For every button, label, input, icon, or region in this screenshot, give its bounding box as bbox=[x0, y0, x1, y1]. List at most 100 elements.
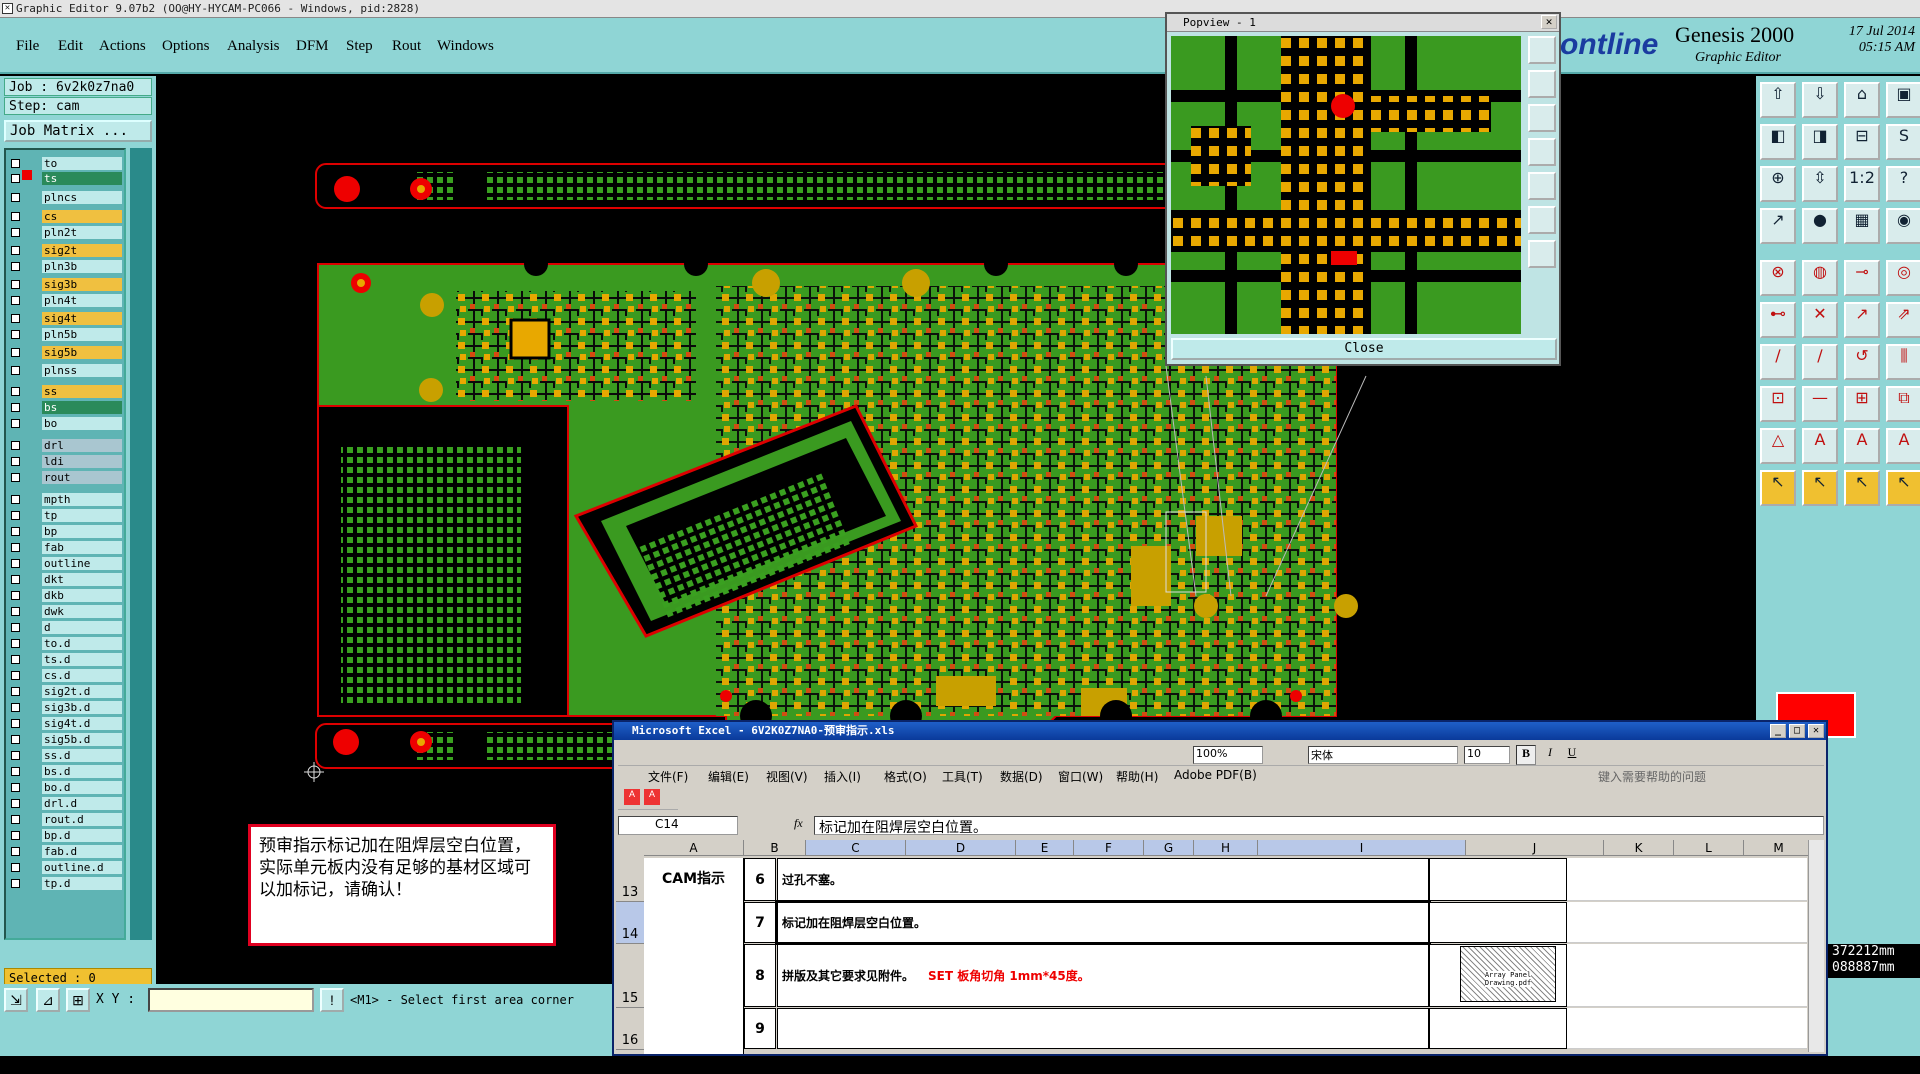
column-header[interactable]: F bbox=[1074, 840, 1144, 856]
layer-checkbox[interactable] bbox=[11, 767, 20, 776]
layer-checkbox[interactable] bbox=[11, 441, 20, 450]
stack-icon[interactable]: ⧉ bbox=[1886, 386, 1920, 422]
layer-bs-d[interactable]: bs.d bbox=[8, 764, 124, 779]
popview-close-button[interactable]: Close bbox=[1171, 338, 1557, 360]
circle-icon[interactable]: ◎ bbox=[1886, 260, 1920, 296]
layer-checkbox[interactable] bbox=[11, 655, 20, 664]
grid-icon[interactable]: ⊞ bbox=[1844, 386, 1880, 422]
popview-up-icon[interactable] bbox=[1528, 70, 1556, 98]
row-header[interactable]: 16 bbox=[616, 1008, 644, 1050]
menu-actions[interactable]: Actions bbox=[99, 38, 146, 55]
layer-outline[interactable]: outline bbox=[8, 556, 124, 571]
layer-checkbox[interactable] bbox=[11, 671, 20, 680]
layer-checkbox[interactable] bbox=[11, 831, 20, 840]
layer-checkbox[interactable] bbox=[11, 348, 20, 357]
layer-sig5b-d[interactable]: sig5b.d bbox=[8, 732, 124, 747]
column-header[interactable]: K bbox=[1604, 840, 1674, 856]
split-icon[interactable]: ⫼ bbox=[1886, 344, 1920, 380]
ratio-icon[interactable]: 1:2 bbox=[1844, 166, 1880, 202]
layer-fab[interactable]: fab bbox=[8, 540, 124, 555]
diagonal-icon[interactable]: ⇗ bbox=[1886, 302, 1920, 338]
select-tool-icon[interactable]: ⇲ bbox=[4, 988, 28, 1012]
target-icon[interactable]: ⊗ bbox=[1760, 260, 1796, 296]
pointer3-icon[interactable]: ↖ bbox=[1844, 470, 1880, 506]
layer-drl-d[interactable]: drl.d bbox=[8, 796, 124, 811]
layer-checkbox[interactable] bbox=[11, 419, 20, 428]
layer-checkbox[interactable] bbox=[11, 212, 20, 221]
menu-step[interactable]: Step bbox=[346, 38, 373, 55]
menu-rout[interactable]: Rout bbox=[392, 38, 421, 55]
layer-checkbox[interactable] bbox=[11, 687, 20, 696]
s-curve-icon[interactable]: S bbox=[1886, 124, 1920, 160]
layer-checkbox[interactable] bbox=[11, 783, 20, 792]
right-icon[interactable]: ◨ bbox=[1802, 124, 1838, 160]
arc-icon[interactable]: ↺ bbox=[1844, 344, 1880, 380]
menu-analysis[interactable]: Analysis bbox=[227, 38, 280, 55]
layer-checkbox[interactable] bbox=[11, 457, 20, 466]
layer-checkbox[interactable] bbox=[11, 262, 20, 271]
layer-sig2t-d[interactable]: sig2t.d bbox=[8, 684, 124, 699]
layer-checkbox[interactable] bbox=[11, 296, 20, 305]
spreadsheet-grid[interactable]: A B C D E F G H I J K L M 13 6 过孔不塞。 14 7 标记加在阻焊层空白位置。 15 8 拼… bbox=[614, 722, 1826, 1054]
layer-ts-d[interactable]: ts.d bbox=[8, 652, 124, 667]
cell-empty[interactable] bbox=[1567, 1008, 1807, 1049]
vertical-scrollbar[interactable] bbox=[1808, 840, 1824, 1052]
cell-b[interactable]: 8 bbox=[744, 944, 776, 1007]
layer-checkbox[interactable] bbox=[11, 246, 20, 255]
layer-pln3b[interactable]: pln3b bbox=[8, 259, 124, 274]
menu-edit[interactable]: Edit bbox=[58, 38, 83, 55]
layer-checkbox[interactable] bbox=[11, 591, 20, 600]
layer-checkbox[interactable] bbox=[11, 719, 20, 728]
layer-checkbox[interactable] bbox=[11, 330, 20, 339]
popview-close-icon[interactable]: ✕ bbox=[1541, 15, 1557, 29]
layer-dwk[interactable]: dwk bbox=[8, 604, 124, 619]
layer-pln4t[interactable]: pln4t bbox=[8, 293, 124, 308]
layer-sig4t[interactable]: sig4t bbox=[8, 311, 124, 326]
fit-icon[interactable]: ⊕ bbox=[1760, 166, 1796, 202]
cell-c[interactable]: 拼版及其它要求见附件。 SET 板角切角 1mm*45度。 bbox=[777, 944, 1429, 1007]
measure-icon[interactable]: ⊸ bbox=[1844, 260, 1880, 296]
pointer4-icon[interactable]: ↖ bbox=[1886, 470, 1920, 506]
layer-ss[interactable]: ss bbox=[8, 384, 124, 399]
layer-checkbox[interactable] bbox=[11, 879, 20, 888]
cell-b[interactable]: 9 bbox=[744, 1008, 776, 1049]
cell-j[interactable] bbox=[1429, 858, 1567, 901]
layer-tp-d[interactable]: tp.d bbox=[8, 876, 124, 891]
layer-checkbox[interactable] bbox=[11, 751, 20, 760]
cell-c[interactable] bbox=[777, 1008, 1429, 1049]
layer-dkb[interactable]: dkb bbox=[8, 588, 124, 603]
layer-tp[interactable]: tp bbox=[8, 508, 124, 523]
left-icon[interactable]: ◧ bbox=[1760, 124, 1796, 160]
menu-options[interactable]: Options bbox=[162, 38, 210, 55]
row-header[interactable]: 14 bbox=[616, 902, 644, 944]
layer-d[interactable]: d bbox=[8, 620, 124, 635]
layer-sig4t-d[interactable]: sig4t.d bbox=[8, 716, 124, 731]
column-header[interactable]: H bbox=[1194, 840, 1258, 856]
popview-left-icon[interactable] bbox=[1528, 138, 1556, 166]
layer-plncs[interactable]: plncs bbox=[8, 190, 124, 205]
layer-to[interactable]: to bbox=[8, 156, 124, 171]
line-icon[interactable]: ∕ bbox=[1760, 344, 1796, 380]
layer-checkbox[interactable] bbox=[11, 280, 20, 289]
line2-icon[interactable]: ∕ bbox=[1802, 344, 1838, 380]
layer-checkbox[interactable] bbox=[11, 314, 20, 323]
menu-dfm[interactable]: DFM bbox=[296, 38, 329, 55]
cell-empty[interactable] bbox=[1567, 944, 1807, 1007]
layer-checkbox[interactable] bbox=[11, 366, 20, 375]
layer-checkbox[interactable] bbox=[11, 623, 20, 632]
layer-checkbox[interactable] bbox=[11, 228, 20, 237]
layer-bp-d[interactable]: bp.d bbox=[8, 828, 124, 843]
layer-ss-d[interactable]: ss.d bbox=[8, 748, 124, 763]
layer-rout[interactable]: rout bbox=[8, 470, 124, 485]
layer-checkbox[interactable] bbox=[11, 527, 20, 536]
net-icon[interactable]: ◉ bbox=[1886, 208, 1920, 244]
layer-checkbox[interactable] bbox=[11, 575, 20, 584]
column-header[interactable]: J bbox=[1466, 840, 1604, 856]
column-header[interactable]: I bbox=[1258, 840, 1466, 856]
layer-ldi[interactable]: ldi bbox=[8, 454, 124, 469]
layer-checkbox[interactable] bbox=[11, 495, 20, 504]
arc-c-icon[interactable]: A bbox=[1886, 428, 1920, 464]
pin-icon[interactable]: ● bbox=[1802, 208, 1838, 244]
row-header[interactable]: 13 bbox=[616, 858, 644, 902]
dash-icon[interactable]: — bbox=[1802, 386, 1838, 422]
